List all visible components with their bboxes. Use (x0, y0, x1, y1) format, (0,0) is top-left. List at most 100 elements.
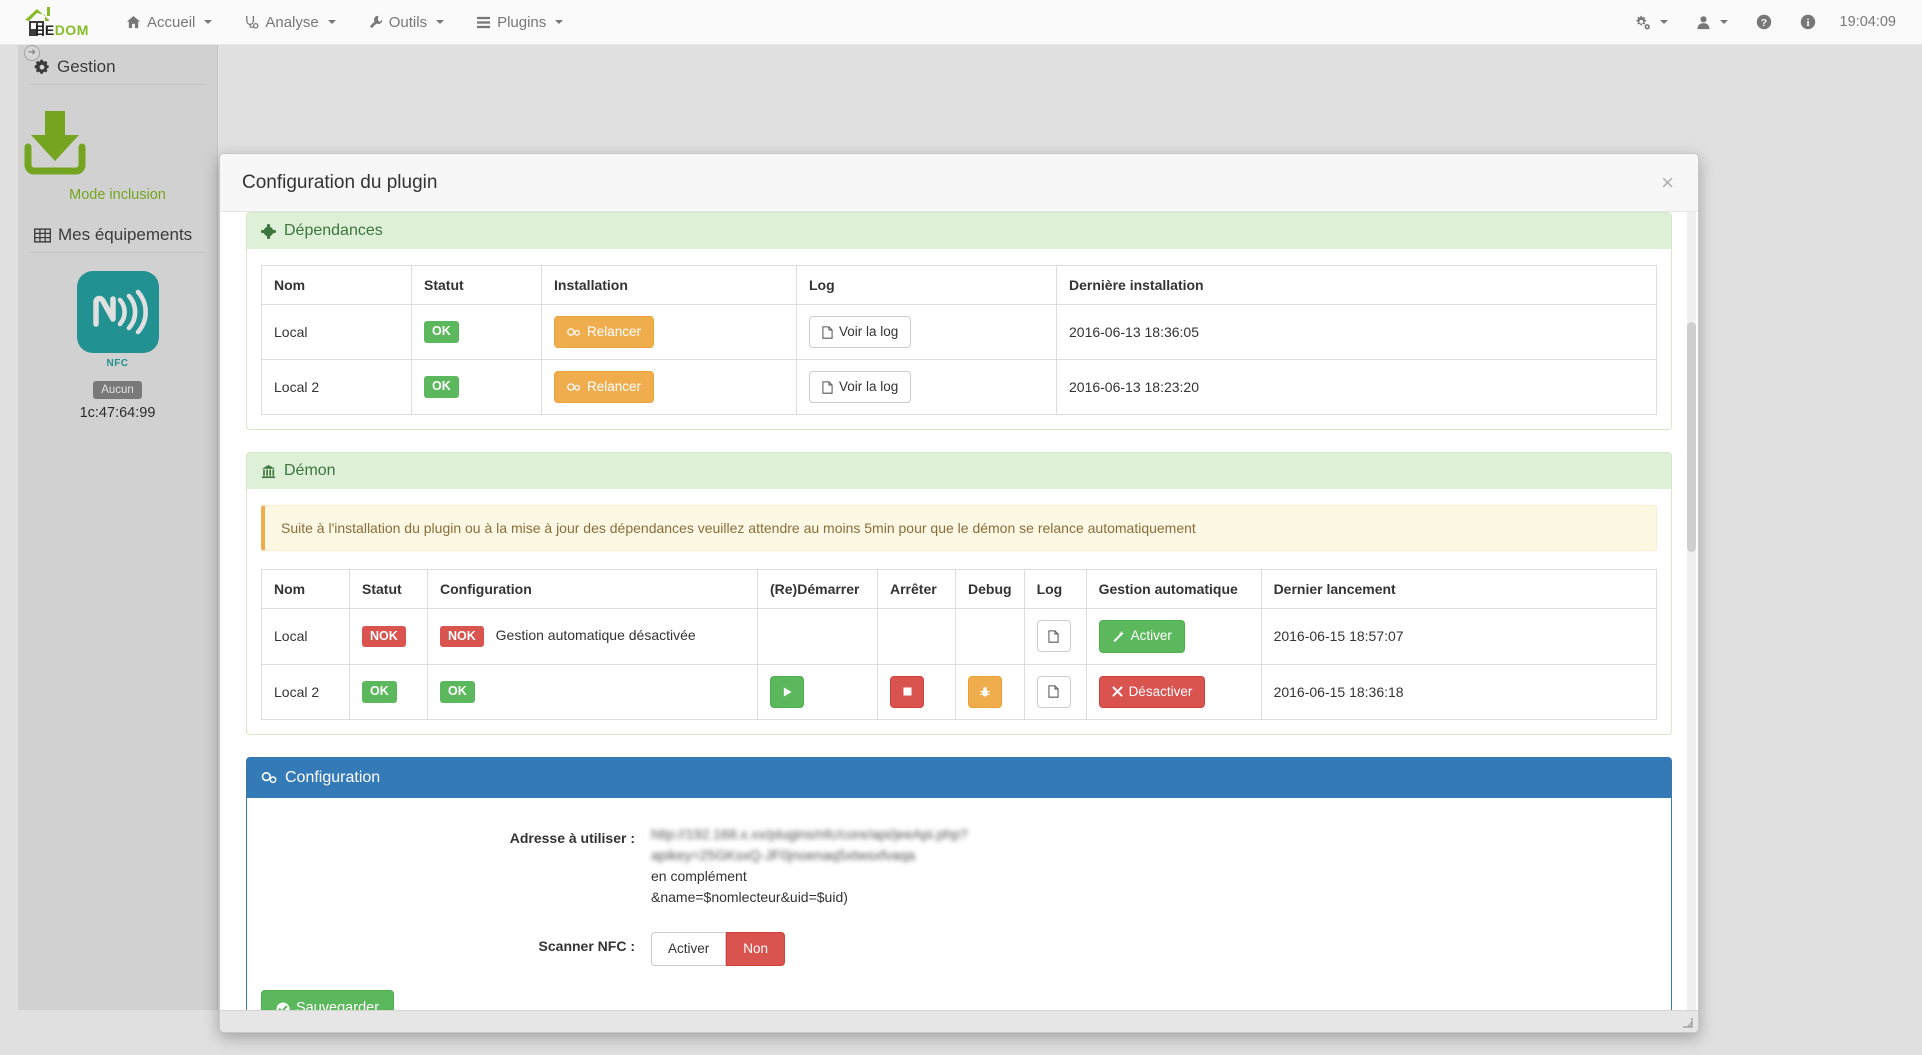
address-row: Adresse à utiliser : http://192.168.x.xx… (261, 824, 1657, 908)
logo-text-dom: DOM (54, 22, 89, 38)
gears-icon (1636, 15, 1650, 29)
file-icon (822, 381, 833, 394)
svg-text:i: i (1806, 17, 1809, 29)
col-redemarrer: (Re)Démarrer (757, 569, 878, 610)
col-log: Log (1023, 569, 1087, 610)
col-log: Log (796, 265, 1057, 305)
nav-item-info[interactable]: i (1786, 0, 1830, 45)
daemon-debug-button[interactable] (968, 675, 1002, 708)
modal-title: Configuration du plugin (242, 171, 438, 193)
modal-scrollbar[interactable] (1687, 212, 1696, 1010)
scanner-nfc-row: Scanner NFC : Activer Non (261, 931, 1657, 966)
nav-menu: Accueil Analyse Outils Plugins (110, 0, 579, 45)
info-circle-icon: i (1800, 14, 1815, 30)
nav-label-outils: Outils (388, 13, 428, 31)
navbar-clock: 19:04:09 (1839, 14, 1896, 30)
relancer-button[interactable]: Relancer (554, 371, 655, 404)
nav-item-plugins[interactable]: Plugins (460, 0, 579, 45)
daemon-restart-cell (757, 608, 878, 665)
activer-gestion-button[interactable]: Activer (1098, 620, 1185, 653)
dep-last-install: 2016-06-13 18:36:05 (1056, 303, 1657, 361)
modal-header: Configuration du plugin × (220, 154, 1698, 212)
dependencies-panel-body: Nom Statut Installation Log Dernière ins… (247, 249, 1671, 429)
page-container: ➜ Gestion Mode inclusion Mes équipements… (0, 45, 1922, 1055)
nav-item-accueil[interactable]: Accueil (110, 0, 228, 45)
scanner-nfc-toggle: Activer Non (651, 931, 786, 966)
modal-body: Dépendances Nom Statut Installation Log … (220, 212, 1698, 1010)
chevron-down-icon (327, 20, 336, 24)
user-icon (1697, 15, 1710, 29)
col-configuration: Configuration (427, 569, 758, 610)
daemon-last-launch: 2016-06-15 18:36:18 (1260, 663, 1658, 720)
daemon-panel: Démon Suite à l'installation du plugin o… (246, 452, 1672, 735)
dependencies-panel: Dépendances Nom Statut Installation Log … (246, 212, 1672, 431)
daemon-log-button[interactable] (1036, 675, 1071, 708)
relancer-label: Relancer (587, 324, 642, 339)
nav-item-settings[interactable] (1620, 0, 1682, 45)
daemon-nom: Local (261, 608, 350, 665)
daemon-status-badge: NOK (362, 625, 406, 648)
top-navbar: EEDOM Accueil Analyse Outils Plugins ? i… (0, 0, 1922, 45)
question-circle-icon: ? (1756, 14, 1771, 30)
play-icon (783, 687, 792, 697)
gears-icon (567, 383, 581, 392)
file-icon (1048, 685, 1059, 698)
save-button[interactable]: Sauvegarder (261, 989, 395, 1010)
desactiver-label: Désactiver (1128, 683, 1193, 699)
voir-la-log-button[interactable]: Voir la log (809, 316, 912, 349)
resize-grip-icon[interactable] (1682, 1017, 1694, 1029)
table-row: Local NOK NOK Gestion automatique désact… (261, 608, 1658, 665)
nav-label-analyse: Analyse (265, 13, 319, 31)
file-icon (822, 325, 833, 339)
nav-item-help[interactable]: ? (1742, 0, 1786, 45)
nav-item-user[interactable] (1682, 0, 1742, 45)
daemon-panel-header: Démon (247, 453, 1671, 490)
col-statut: Statut (349, 569, 428, 610)
nav-label-plugins: Plugins (497, 13, 547, 31)
file-icon (1048, 630, 1059, 643)
daemon-panel-body: Suite à l'installation du plugin ou à la… (247, 489, 1671, 733)
scanner-nfc-activer-button[interactable]: Activer (651, 931, 727, 966)
chevron-down-icon (436, 20, 445, 24)
col-statut: Statut (411, 265, 542, 305)
daemon-restart-button[interactable] (770, 675, 804, 708)
daemon-stop-button[interactable] (890, 675, 924, 708)
scanner-nfc-label: Scanner NFC : (538, 937, 635, 954)
relancer-button[interactable]: Relancer (554, 316, 655, 349)
daemon-alert: Suite à l'installation du plugin ou à la… (261, 505, 1657, 552)
dep-last-install: 2016-06-13 18:23:20 (1056, 359, 1657, 416)
table-header-row: Nom Statut Configuration (Re)Démarrer Ar… (261, 569, 1658, 610)
brand-logo[interactable]: EEDOM (0, 0, 96, 45)
col-dernier-lancement: Dernier lancement (1260, 569, 1658, 610)
col-derniere-installation: Dernière installation (1056, 265, 1657, 305)
scanner-nfc-button-group: Activer Non (651, 931, 786, 966)
address-value: http://192.168.x.xx/plugins/nfc/core/api… (651, 824, 968, 908)
voir-la-log-button[interactable]: Voir la log (809, 371, 912, 404)
table-row: Local 2 OK Relancer Voir la log 2016-06-… (261, 359, 1657, 416)
daemon-stop-cell (877, 608, 956, 665)
nav-item-analyse[interactable]: Analyse (228, 0, 351, 45)
col-nom: Nom (261, 569, 350, 610)
svg-text:?: ? (1760, 17, 1766, 29)
desactiver-gestion-button[interactable]: Désactiver (1098, 675, 1206, 708)
modal-footer-bar (220, 1010, 1698, 1032)
address-line-1: http://192.168.x.xx/plugins/nfc/core/api… (651, 825, 968, 842)
daemon-status-badge: OK (362, 680, 397, 703)
scrollbar-thumb[interactable] (1687, 322, 1696, 552)
list-icon (477, 16, 491, 28)
plugin-configuration-modal: Configuration du plugin × Dépendances No… (219, 153, 1699, 1033)
table-row: Local OK Relancer Voir la log 2016-06-13… (261, 303, 1657, 361)
gears-icon (261, 772, 277, 784)
nav-item-outils[interactable]: Outils (352, 0, 460, 45)
address-line-3: en complément (651, 867, 747, 884)
dep-nom: Local 2 (261, 359, 412, 416)
scanner-nfc-non-button[interactable]: Non (726, 931, 786, 966)
close-icon[interactable]: × (1659, 171, 1676, 194)
address-line-4: &name=$nomlecteur&uid=$uid) (651, 888, 848, 905)
col-arreter: Arrêter (877, 569, 956, 610)
times-icon (1112, 686, 1123, 697)
check-circle-icon (276, 1002, 290, 1010)
puzzle-icon (261, 223, 276, 239)
activer-label: Activer (1130, 628, 1172, 644)
daemon-log-button[interactable] (1036, 620, 1071, 653)
